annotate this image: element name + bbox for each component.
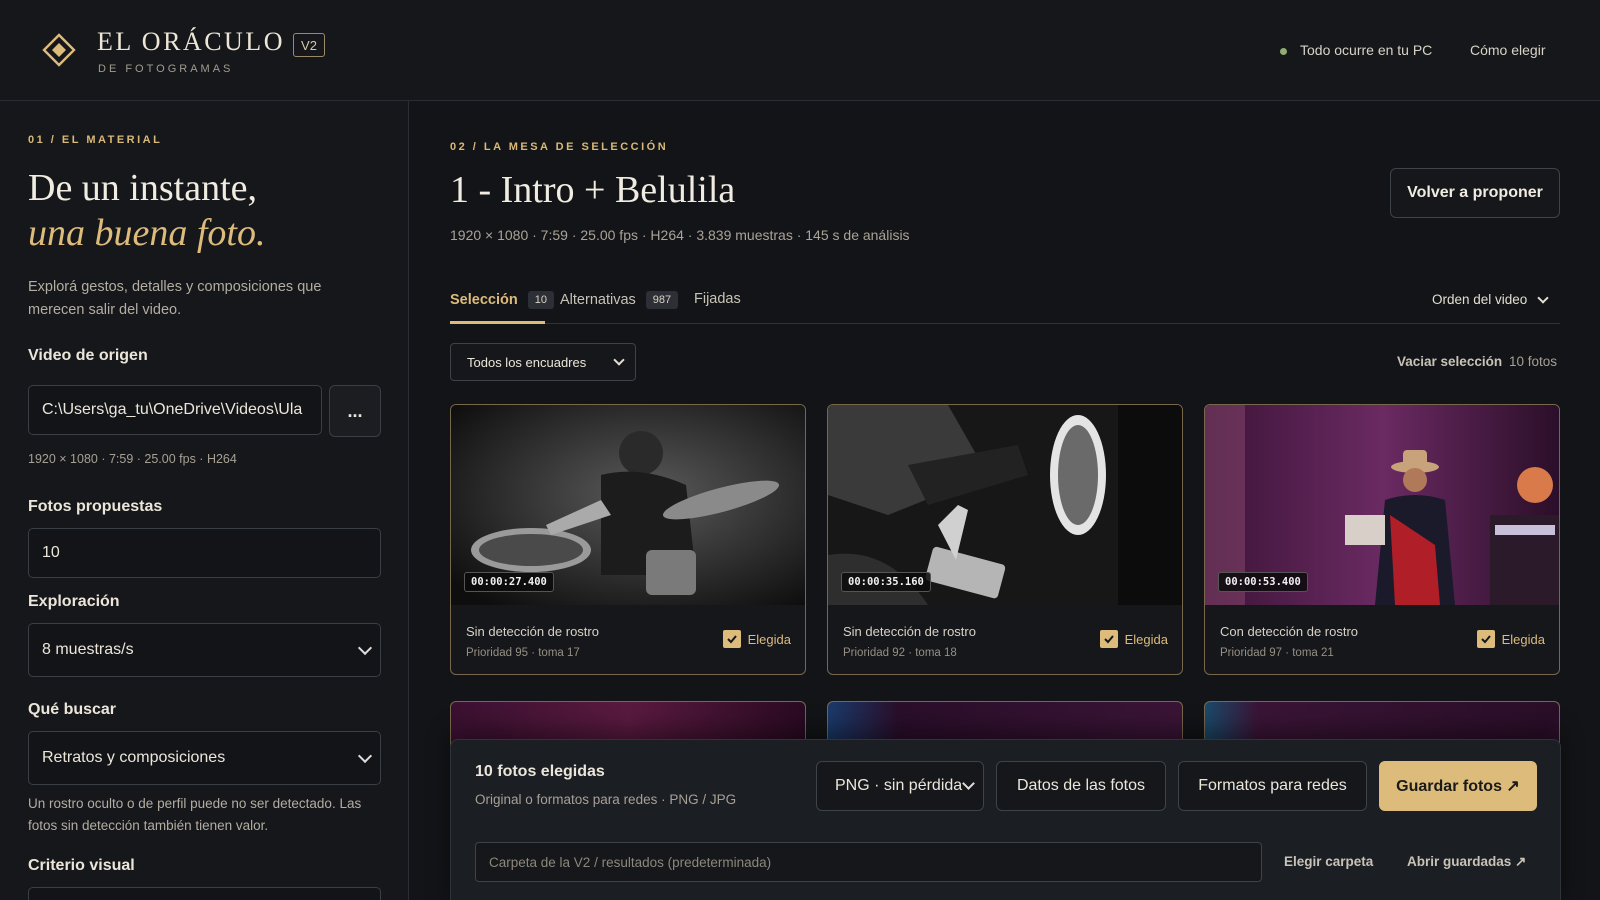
card-title: Sin detección de rostro — [843, 624, 976, 639]
main-section-label: 02 / LA MESA DE SELECCIÓN — [450, 141, 669, 153]
photo-card[interactable]: 00:00:53.400 Con detección de rostro Pri… — [1204, 404, 1560, 675]
tab-selection[interactable]: Selección 10 — [450, 291, 554, 309]
tab-pinned[interactable]: Fijadas — [694, 291, 741, 307]
order-select[interactable]: Orden del video — [1432, 291, 1549, 307]
order-value: Orden del video — [1432, 292, 1528, 307]
page-title: 1 - Intro + Belulila — [450, 169, 736, 211]
chosen-checkbox[interactable]: Elegida — [1099, 630, 1168, 648]
search-label: Qué buscar — [28, 701, 117, 718]
chosen-label: Elegida — [1124, 631, 1168, 647]
social-formats-button[interactable]: Formatos para redes — [1178, 761, 1367, 811]
app-header: EL ORÁCULO V2 DE FOTOGRAMAS Todo ocurre … — [0, 0, 1600, 101]
timecode-badge: 00:00:35.160 — [841, 572, 931, 592]
format-value: PNG · sin pérdida — [835, 777, 963, 794]
check-icon — [1476, 630, 1495, 648]
version-badge: V2 — [293, 33, 325, 57]
status-text: Todo ocurre en tu PC — [1300, 42, 1433, 58]
sidebar: 01 / EL MATERIAL De un instante, una bue… — [0, 101, 409, 900]
chosen-checkbox[interactable]: Elegida — [1476, 630, 1545, 648]
photo-card[interactable]: 00:00:27.400 Sin detección de rostro Pri… — [450, 404, 806, 675]
chevron-down-icon — [357, 640, 373, 655]
count-input[interactable]: 10 — [28, 528, 381, 578]
tab-count-badge: 987 — [645, 291, 679, 309]
tab-label: Selección — [450, 292, 518, 308]
explore-select[interactable]: 8 muestras/s — [28, 623, 381, 677]
framing-value: Todos los encuadres — [467, 354, 587, 370]
section-label: 01 / EL MATERIAL — [28, 134, 163, 146]
active-tab-indicator — [450, 321, 545, 324]
chosen-label: Elegida — [1501, 631, 1545, 647]
chevron-down-icon — [357, 748, 373, 763]
repropose-button[interactable]: Volver a proponer — [1390, 168, 1560, 218]
check-icon — [722, 630, 741, 648]
folder-placeholder: Carpeta de la V2 / resultados (predeterm… — [489, 854, 772, 870]
help-text: Un rostro oculto o de perfil puede no se… — [28, 796, 362, 833]
chosen-count-title: 10 fotos elegidas — [475, 763, 605, 780]
explore-value: 8 muestras/s — [42, 641, 134, 658]
photo-count: 10 fotos — [1509, 354, 1558, 369]
empty-selection-button[interactable]: Vaciar selección — [1397, 354, 1502, 369]
card-subtitle: Prioridad 95 · toma 17 — [466, 647, 580, 659]
chevron-down-icon — [962, 777, 975, 790]
tab-alternatives[interactable]: Alternativas 987 — [560, 291, 679, 309]
how-to-choose-link[interactable]: Cómo elegir — [1470, 42, 1545, 58]
chosen-label: Elegida — [747, 631, 791, 647]
explore-label: Exploración — [28, 593, 120, 610]
card-subtitle: Prioridad 92 · toma 18 — [843, 647, 957, 659]
source-label: Video de origen — [28, 347, 148, 364]
photo-data-button[interactable]: Datos de las fotos — [996, 761, 1166, 811]
format-select[interactable]: PNG · sin pérdida — [816, 761, 984, 811]
diamond-logo-icon — [42, 33, 76, 67]
open-saved-link[interactable]: Abrir guardadas ↗ — [1407, 854, 1526, 870]
browse-button[interactable]: ... — [329, 385, 381, 437]
tab-label: Fijadas — [694, 291, 741, 307]
card-title: Con detección de rostro — [1220, 624, 1359, 639]
source-path-value: C:\Users\ga_tu\OneDrive\Videos\Ula — [42, 401, 303, 418]
source-path-input[interactable]: C:\Users\ga_tu\OneDrive\Videos\Ula — [28, 385, 322, 435]
card-subtitle: Prioridad 97 · toma 21 — [1220, 647, 1334, 659]
video-meta: 1920 × 1080 · 7:59 · 25.00 fps · H264 · … — [450, 227, 910, 243]
export-subtitle: Original o formatos para redes · PNG / J… — [475, 792, 737, 807]
tab-count-badge: 10 — [527, 291, 554, 309]
count-value: 10 — [42, 544, 60, 561]
check-icon — [1099, 630, 1118, 648]
photo-card[interactable]: 00:00:35.160 Sin detección de rostro Pri… — [827, 404, 1183, 675]
source-meta: 1920 × 1080 · 7:59 · 25.00 fps · H264 — [28, 452, 237, 466]
chevron-down-icon — [613, 354, 625, 366]
export-panel: 10 fotos elegidas Original o formatos pa… — [450, 739, 1561, 900]
criteria-label: Criterio visual — [28, 857, 135, 874]
hero-line-2: una buena foto. — [28, 212, 266, 254]
app-subtitle: DE FOTOGRAMAS — [98, 63, 234, 75]
save-photos-button[interactable]: Guardar fotos ↗ — [1379, 761, 1537, 811]
search-value: Retratos y composiciones — [42, 749, 226, 766]
search-select[interactable]: Retratos y composiciones — [28, 731, 381, 785]
timecode-badge: 00:00:53.400 — [1218, 572, 1308, 592]
chosen-checkbox[interactable]: Elegida — [722, 630, 791, 648]
tabs-divider — [450, 323, 1560, 324]
output-folder-input[interactable]: Carpeta de la V2 / resultados (predeterm… — [475, 842, 1262, 882]
status-dot-icon — [1280, 48, 1287, 55]
criteria-select[interactable] — [28, 887, 381, 900]
chevron-down-icon — [1537, 291, 1549, 304]
hero-line-1: De un instante, — [28, 167, 258, 209]
count-label: Fotos propuestas — [28, 498, 163, 515]
timecode-badge: 00:00:27.400 — [464, 572, 554, 592]
framing-select[interactable]: Todos los encuadres — [450, 343, 636, 381]
app-title: EL ORÁCULO — [97, 27, 285, 56]
choose-folder-button[interactable]: Elegir carpeta — [1284, 854, 1373, 869]
intro-text: Explorá gestos, detalles y composiciones… — [28, 279, 322, 318]
tab-label: Alternativas — [560, 292, 636, 308]
card-title: Sin detección de rostro — [466, 624, 599, 639]
